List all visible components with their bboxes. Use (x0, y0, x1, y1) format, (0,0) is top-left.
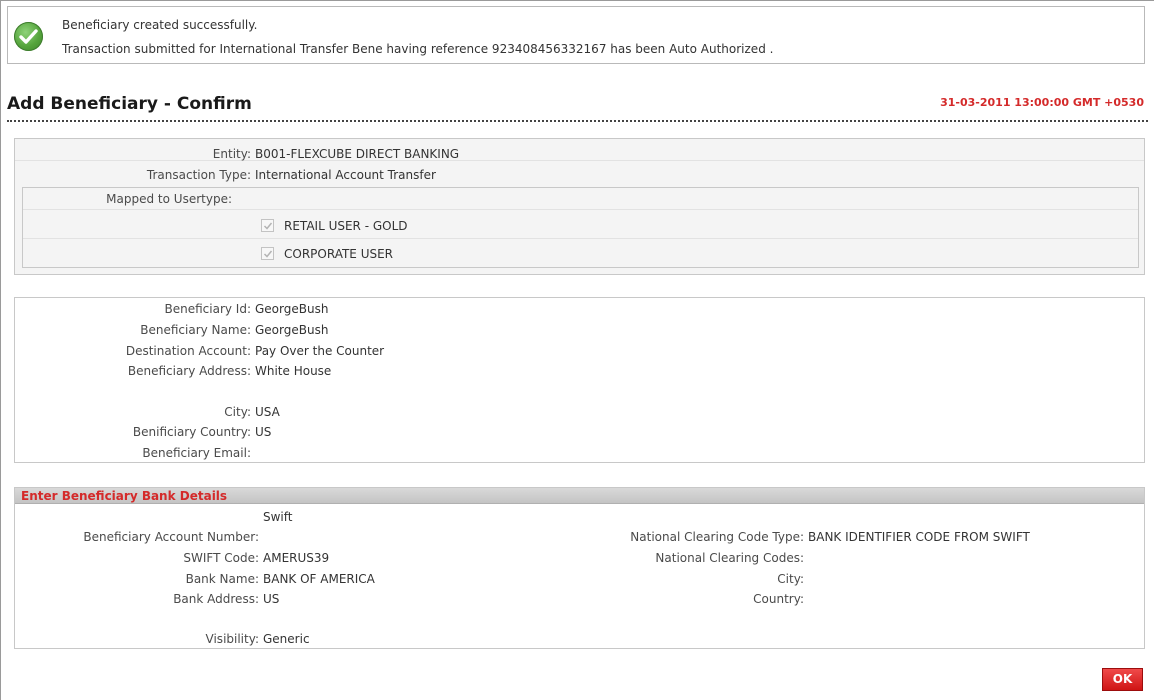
success-message-line-1: Beneficiary created successfully. (62, 18, 258, 32)
entity-value: B001-FLEXCUBE DIRECT BANKING (255, 147, 460, 161)
row-divider (23, 210, 1138, 239)
destination-account-label: Destination Account: (125, 344, 251, 358)
usertype-label-corporate: CORPORATE USER (284, 247, 394, 261)
visibility-label: Visibility: (205, 632, 259, 646)
datetime-stamp: 31-03-2011 13:00:00 GMT +0530 (940, 96, 1144, 109)
bank-details-header: Enter Beneficiary Bank Details (15, 488, 1144, 504)
ncc-type-value: BANK IDENTIFIER CODE FROM SWIFT (808, 530, 1030, 544)
ncc-type-label: National Clearing Code Type: (630, 530, 804, 544)
city-label: City: (224, 405, 251, 419)
bank-details-heading: Enter Beneficiary Bank Details (21, 489, 228, 503)
beneficiary-id-label: Beneficiary Id: (164, 302, 252, 316)
mapped-usertype-label: Mapped to Usertype: (106, 192, 232, 206)
beneficiary-id-value: GeorgeBush (255, 302, 329, 316)
transaction-type-label: Transaction Type: (146, 168, 251, 182)
destination-account-value: Pay Over the Counter (255, 344, 385, 358)
usertype-label-retail: RETAIL USER - GOLD (284, 219, 408, 233)
page-frame: Beneficiary created successfully. Transa… (0, 0, 1154, 700)
beneficiary-address-value: White House (255, 364, 332, 378)
beneficiary-address-label: Beneficiary Address: (127, 364, 251, 378)
bank-name-value: BANK OF AMERICA (263, 572, 375, 586)
success-message-box: Beneficiary created successfully. Transa… (7, 6, 1145, 64)
bank-address-label: Bank Address: (173, 592, 259, 606)
title-divider (7, 120, 1148, 122)
beneficiary-name-value: GeorgeBush (255, 323, 329, 337)
bank-country-label: Country: (753, 592, 804, 606)
ncc-codes-label: National Clearing Codes: (655, 551, 804, 565)
beneficiary-country-value: US (255, 425, 272, 439)
ok-button[interactable]: OK (1102, 668, 1143, 691)
bank-details-panel: Enter Beneficiary Bank Details Swift Ben… (14, 487, 1145, 649)
entity-panel: Entity: B001-FLEXCUBE DIRECT BANKING Tra… (14, 138, 1145, 275)
bank-city-label: City: (777, 572, 804, 586)
city-value: USA (255, 405, 280, 419)
transaction-type-value: International Account Transfer (255, 168, 436, 182)
beneficiary-email-label: Beneficiary Email: (142, 446, 251, 460)
usertype-checkbox-corporate[interactable] (261, 247, 274, 260)
bank-name-label: Bank Name: (185, 572, 259, 586)
bank-address-value: US (263, 592, 280, 606)
beneficiary-details-panel: Beneficiary Id: GeorgeBush Beneficiary N… (14, 297, 1145, 463)
account-number-label: Beneficiary Account Number: (83, 530, 259, 544)
beneficiary-country-label: Benificiary Country: (132, 425, 251, 439)
entity-label: Entity: (212, 147, 251, 161)
swift-code-value: AMERUS39 (263, 551, 330, 565)
usertype-subpanel: Mapped to Usertype: RETAIL USER - GOLD C… (22, 187, 1139, 268)
page-title: Add Beneficiary - Confirm (7, 94, 252, 114)
success-message-line-2: Transaction submitted for International … (62, 42, 774, 56)
check-circle-icon (14, 22, 43, 51)
beneficiary-name-label: Beneficiary Name: (140, 323, 251, 337)
network-value: Swift (263, 510, 293, 524)
visibility-value: Generic (263, 632, 310, 646)
usertype-checkbox-retail[interactable] (261, 219, 274, 232)
swift-code-label: SWIFT Code: (183, 551, 259, 565)
